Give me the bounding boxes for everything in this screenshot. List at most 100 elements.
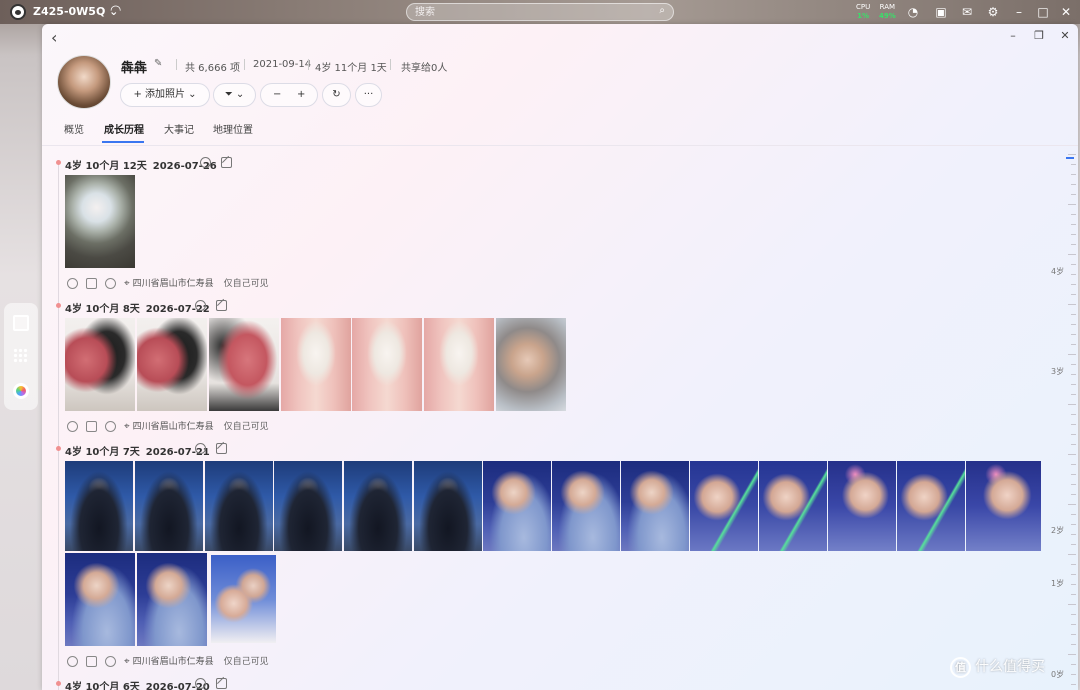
nas-logo-icon[interactable] [10, 4, 26, 20]
photo-thumbnail[interactable] [621, 461, 689, 551]
select-circle-icon[interactable] [195, 443, 206, 454]
maximize-desktop-icon[interactable]: □ [1035, 4, 1051, 20]
divider [308, 59, 309, 70]
select-circle-icon[interactable] [195, 678, 206, 689]
window-minimize-icon[interactable]: – [1006, 29, 1020, 42]
resource-monitor-icon[interactable]: ▣ [933, 4, 949, 20]
photo-thumbnail[interactable] [281, 318, 351, 411]
scale-tick [1071, 324, 1076, 325]
scale-tick [1068, 204, 1076, 205]
wifi-icon[interactable]: ◠ [110, 3, 121, 18]
entry-visibility[interactable]: 仅自己可见 [224, 422, 269, 432]
photo-thumbnail[interactable] [65, 318, 135, 411]
photo-thumbnail[interactable] [496, 318, 566, 411]
entry-visibility[interactable]: 仅自己可见 [224, 279, 269, 289]
album-avatar[interactable] [57, 55, 111, 109]
entry-header: 4岁 10个月 6天 2026-07-20 [65, 678, 210, 690]
refresh-icon: ↻ [332, 89, 341, 100]
like-icon[interactable] [86, 421, 97, 432]
add-photo-button[interactable]: + 添加照片 ⌄ [120, 83, 210, 107]
scale-tick [1071, 184, 1076, 185]
minimize-desktop-icon[interactable]: – [1011, 4, 1027, 20]
photo-thumbnail[interactable] [211, 555, 276, 643]
like-icon[interactable] [86, 656, 97, 667]
like-icon[interactable] [86, 278, 97, 289]
photo-thumbnail[interactable] [828, 461, 896, 551]
edit-note-icon[interactable] [216, 443, 227, 454]
more-button[interactable]: ··· [355, 83, 382, 107]
scale-tick [1071, 294, 1076, 295]
scale-tick [1071, 544, 1076, 545]
photo-thumbnail[interactable] [344, 461, 412, 551]
photo-thumbnail[interactable] [483, 461, 551, 551]
photo-thumbnail[interactable] [352, 318, 422, 411]
tab-location[interactable]: 地理位置 [213, 121, 253, 136]
entry-location[interactable]: 四川省眉山市仁寿县 [133, 422, 214, 432]
scale-tick [1071, 474, 1076, 475]
scale-tick [1071, 624, 1076, 625]
photo-thumbnail[interactable] [65, 175, 135, 268]
photo-thumbnail[interactable] [690, 461, 758, 551]
age-scale-scrubber[interactable] [1068, 154, 1076, 690]
tab-milestones[interactable]: 大事记 [164, 121, 194, 136]
edit-note-icon[interactable] [216, 678, 227, 689]
photo-thumbnail[interactable] [137, 553, 207, 646]
app-grid-icon[interactable] [13, 348, 29, 364]
add-comment-icon[interactable] [67, 421, 78, 432]
photo-thumbnail[interactable] [209, 318, 279, 411]
entry-header: 4岁 10个月 8天 2026-07-22 [65, 300, 210, 315]
photos-app-icon[interactable] [13, 383, 29, 399]
add-comment-icon[interactable] [67, 656, 78, 667]
edit-title-icon[interactable]: ✎ [154, 58, 162, 69]
entry-location[interactable]: 四川省眉山市仁寿县 [133, 657, 214, 667]
global-search[interactable]: ⌕ [406, 3, 674, 21]
search-input[interactable] [415, 6, 645, 19]
photo-thumbnail[interactable] [759, 461, 827, 551]
window-restore-icon[interactable]: ❐ [1032, 29, 1046, 42]
back-arrow-icon[interactable]: ‹ [51, 28, 57, 47]
edit-note-icon[interactable] [216, 300, 227, 311]
age-label: 4岁 11个月 1天 [315, 63, 387, 74]
scale-tick [1071, 164, 1076, 165]
photo-thumbnail[interactable] [424, 318, 494, 411]
entry-visibility[interactable]: 仅自己可见 [224, 657, 269, 667]
select-circle-icon[interactable] [195, 300, 206, 311]
photo-thumbnail[interactable] [274, 461, 342, 551]
photo-thumbnail[interactable] [135, 461, 203, 551]
scale-tick [1071, 534, 1076, 535]
zoom-out-button[interactable]: − [273, 84, 281, 106]
comment-icon[interactable] [105, 278, 116, 289]
desktop-app-icon[interactable] [13, 315, 29, 331]
refresh-button[interactable]: ↻ [322, 83, 351, 107]
scale-tick [1071, 384, 1076, 385]
edit-note-icon[interactable] [221, 157, 232, 168]
message-icon[interactable]: ✉ [959, 4, 975, 20]
photo-thumbnail[interactable] [552, 461, 620, 551]
hostname-menu[interactable]: Z425-0W5Q ⌄ [33, 5, 118, 18]
search-icon[interactable]: ⌕ [659, 5, 665, 16]
photo-thumbnail[interactable] [414, 461, 482, 551]
scale-tick [1071, 374, 1076, 375]
add-comment-icon[interactable] [67, 278, 78, 289]
photo-thumbnail[interactable] [966, 461, 1041, 551]
photo-thumbnail[interactable] [205, 461, 273, 551]
tab-growth[interactable]: 成长历程 [104, 121, 144, 136]
entry-location[interactable]: 四川省眉山市仁寿县 [133, 279, 214, 289]
close-desktop-icon[interactable]: ✕ [1058, 4, 1074, 20]
photo-thumbnail[interactable] [897, 461, 965, 551]
speed-gauge-icon[interactable]: ◔ [905, 4, 921, 20]
zoom-in-button[interactable]: + [297, 84, 305, 106]
settings-gear-icon[interactable]: ⚙ [985, 4, 1001, 20]
filter-button[interactable]: ⏷ ⌄ [213, 83, 256, 107]
select-circle-icon[interactable] [200, 157, 211, 168]
comment-icon[interactable] [105, 421, 116, 432]
photo-thumbnail[interactable] [65, 553, 135, 646]
location-pin-icon: ⌖ [124, 278, 130, 289]
photo-thumbnail[interactable] [137, 318, 207, 411]
cpu-meter: CPU 1% [856, 3, 870, 21]
comment-icon[interactable] [105, 656, 116, 667]
scale-tick [1068, 654, 1076, 655]
photo-thumbnail[interactable] [65, 461, 133, 551]
window-close-icon[interactable]: ✕ [1058, 29, 1072, 42]
tab-overview[interactable]: 概览 [64, 121, 84, 136]
